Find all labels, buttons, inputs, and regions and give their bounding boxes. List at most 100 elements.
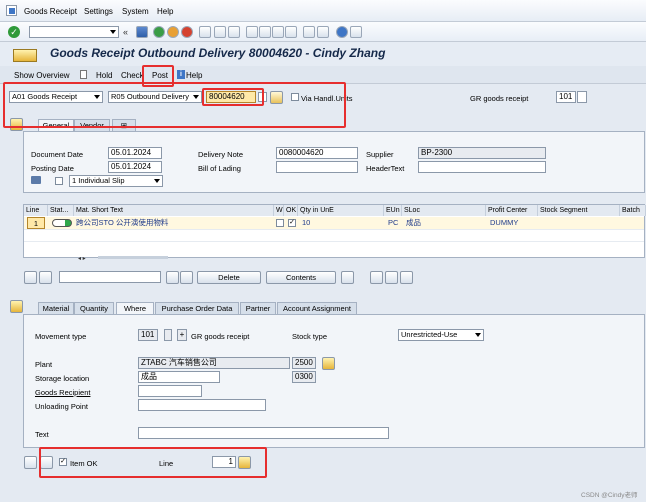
shortcut-icon[interactable] [317, 26, 329, 38]
find-next-icon[interactable] [180, 271, 193, 284]
item-text-field[interactable] [138, 427, 389, 439]
command-field[interactable] [29, 26, 119, 38]
enter-icon[interactable]: ✓ [8, 26, 20, 38]
new-session-icon[interactable] [303, 26, 315, 38]
goods-receipt-app-icon [13, 49, 37, 62]
column-header[interactable]: Stock Segment [538, 205, 620, 216]
collapse-detail-icon[interactable] [10, 300, 23, 313]
sloc-cell[interactable]: 成品 [404, 217, 484, 229]
menu-settings[interactable]: Settings [84, 7, 113, 16]
table-row[interactable]: 1 跨公司STO 公开演使用物料 ✓ 10 PC 成品 DUMMY [24, 217, 644, 229]
table-row[interactable] [24, 229, 644, 241]
show-overview-button[interactable]: Show Overview [14, 71, 70, 80]
tab-material[interactable]: Material [38, 302, 74, 314]
customize-layout-icon[interactable] [350, 26, 362, 38]
plant-field[interactable]: ZTABC 汽车销售公司 [138, 357, 290, 369]
back-icon[interactable] [153, 26, 165, 38]
tab-partner[interactable]: Partner [240, 302, 276, 314]
last-page-icon[interactable] [285, 26, 297, 38]
slip-select[interactable]: 1 Individual Slip [69, 175, 163, 187]
movement-type-label: GR goods receipt [470, 94, 529, 103]
column-header[interactable]: Mat. Short Text [74, 205, 274, 216]
line-cell[interactable]: 1 [27, 217, 45, 229]
profit-center-cell[interactable]: DUMMY [488, 217, 538, 229]
plant-detail-icon[interactable] [322, 357, 335, 370]
storage-code-field[interactable]: 0300 [292, 371, 316, 383]
command-dropdown-icon[interactable] [110, 30, 116, 34]
column-header[interactable]: Qty in UnE [298, 205, 384, 216]
print-icon[interactable] [199, 26, 211, 38]
column-header[interactable]: W [274, 205, 284, 216]
printer-icon[interactable] [31, 176, 41, 184]
save-icon[interactable] [136, 26, 148, 38]
previous-item-icon[interactable] [24, 456, 37, 469]
goods-recipient-field[interactable] [138, 385, 202, 397]
scroll-left-icon[interactable]: ◂ ▸ [78, 255, 86, 262]
material-text-cell[interactable]: 跨公司STO 公开演使用物料 [74, 217, 272, 229]
deselect-all-icon[interactable] [39, 271, 52, 284]
find-next-icon[interactable] [228, 26, 240, 38]
tab-where[interactable]: Where [116, 302, 154, 314]
unloading-point-field[interactable] [138, 399, 266, 411]
posting-date-field[interactable]: 05.01.2024 [108, 161, 162, 173]
previous-page-icon[interactable] [259, 26, 271, 38]
movement-type-field[interactable]: 101 [138, 329, 158, 341]
hold-button[interactable]: Hold [96, 71, 112, 80]
menu-help[interactable]: Help [157, 7, 173, 16]
delivery-note-field[interactable]: 0080004620 [276, 147, 358, 159]
column-header[interactable]: EUn [384, 205, 402, 216]
quantity-cell[interactable]: 10 [300, 217, 382, 229]
plant-code-field[interactable]: 2500 [292, 357, 316, 369]
stock-type-select[interactable]: Unrestricted-Use [398, 329, 484, 341]
movement-plus-field[interactable]: + [177, 329, 187, 341]
delivery-note-label: Delivery Note [198, 150, 244, 159]
table-row[interactable] [24, 241, 644, 253]
bill-of-lading-field[interactable] [276, 161, 358, 173]
movement-indicator-field[interactable] [577, 91, 587, 103]
help-button[interactable]: Help [186, 71, 202, 80]
find-icon[interactable] [214, 26, 226, 38]
print-checkbox[interactable] [55, 177, 63, 185]
movement-indicator-field[interactable] [164, 329, 172, 341]
export-icon[interactable] [400, 271, 413, 284]
column-header[interactable]: Stat... [48, 205, 74, 216]
menu-system[interactable]: System [122, 7, 149, 16]
tab-quantity[interactable]: Quantity [74, 302, 114, 314]
unit-cell[interactable]: PC [386, 217, 402, 229]
highlight-item-ok [39, 447, 267, 478]
sap-menu-icon[interactable] [6, 5, 17, 16]
column-header[interactable]: Line [24, 205, 48, 216]
ok-checkbox[interactable]: ✓ [288, 219, 296, 227]
print-preview-icon[interactable] [385, 271, 398, 284]
first-page-icon[interactable] [246, 26, 258, 38]
column-header[interactable]: OK [284, 205, 298, 216]
column-header[interactable]: SLoc [402, 205, 486, 216]
check-button[interactable]: Check [121, 71, 144, 80]
movement-code-field[interactable]: 101 [556, 91, 576, 103]
cancel-icon[interactable] [181, 26, 193, 38]
delete-button[interactable]: Delete [197, 271, 261, 284]
supplier-field[interactable]: BP-2300 [418, 147, 546, 159]
standard-toolbar: ✓ « [0, 22, 646, 42]
document-date-field[interactable]: 05.01.2024 [108, 147, 162, 159]
collapse-icon[interactable]: « [123, 27, 128, 37]
help-icon[interactable] [336, 26, 348, 38]
tab-purchase-order-data[interactable]: Purchase Order Data [155, 302, 239, 314]
contents-button[interactable]: Contents [266, 271, 336, 284]
horizontal-scrollbar[interactable] [98, 256, 168, 259]
exit-icon[interactable] [167, 26, 179, 38]
supplier-label: Supplier [366, 150, 394, 159]
w-checkbox[interactable] [276, 219, 284, 227]
header-text-field[interactable] [418, 161, 546, 173]
menu-goods-receipt[interactable]: Goods Receipt [24, 7, 77, 16]
tab-account-assignment[interactable]: Account Assignment [277, 302, 357, 314]
column-header[interactable]: Profit Center [486, 205, 538, 216]
find-icon[interactable] [166, 271, 179, 284]
next-page-icon[interactable] [272, 26, 284, 38]
layout-icon[interactable] [341, 271, 354, 284]
detail-icon[interactable] [370, 271, 383, 284]
select-all-icon[interactable] [24, 271, 37, 284]
storage-location-field[interactable]: 成品 [138, 371, 220, 383]
grid-search-field[interactable] [59, 271, 161, 283]
column-header[interactable]: Batch [620, 205, 646, 216]
